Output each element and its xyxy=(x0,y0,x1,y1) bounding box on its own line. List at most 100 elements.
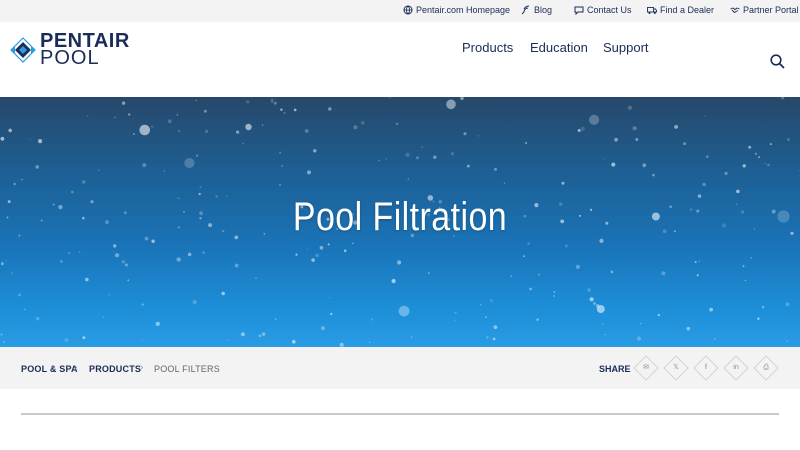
bubble-decoration xyxy=(10,272,13,274)
bubble-decoration xyxy=(771,209,776,214)
bubble-decoration xyxy=(313,149,317,153)
bubble-decoration xyxy=(167,119,172,124)
utility-link-blog[interactable]: Blog xyxy=(521,5,552,15)
bubble-decoration xyxy=(790,231,794,235)
bubble-decoration xyxy=(446,99,456,110)
bubble-decoration xyxy=(785,340,788,343)
bubble-decoration xyxy=(724,171,728,175)
bubble-decoration xyxy=(204,129,209,134)
bubble-decoration xyxy=(315,253,319,258)
bubble-decoration xyxy=(311,258,315,262)
share-email-button[interactable]: ✉ xyxy=(633,355,659,381)
bubble-decoration xyxy=(245,123,252,131)
content-divider xyxy=(21,413,779,415)
bubble-decoration xyxy=(8,128,12,133)
bubble-decoration xyxy=(271,101,273,103)
share-print-button[interactable]: ⎙ xyxy=(753,355,779,381)
bubble-decoration xyxy=(748,145,752,149)
bubble-decoration xyxy=(454,311,457,314)
bubble-decoration xyxy=(18,293,21,297)
breadcrumb-bar: POOL & SPA › PRODUCTS › POOL FILTERS SHA… xyxy=(0,347,800,389)
share-linkedin-button[interactable]: in xyxy=(723,355,749,381)
bubble-decoration xyxy=(132,133,135,136)
bubble-decoration xyxy=(261,332,266,336)
bubble-decoration xyxy=(589,114,600,125)
bubble-decoration xyxy=(709,307,713,312)
bubble-decoration xyxy=(36,316,40,321)
bubble-decoration xyxy=(192,299,197,305)
bubble-decoration xyxy=(0,333,3,336)
bubble-decoration xyxy=(176,114,179,116)
bubble-decoration xyxy=(261,124,264,126)
bubble-decoration xyxy=(674,125,678,129)
bubble-decoration xyxy=(304,129,309,133)
bubble-decoration xyxy=(82,180,86,184)
breadcrumb-pool-spa[interactable]: POOL & SPA xyxy=(21,364,78,374)
bubble-decoration xyxy=(124,263,128,267)
bubble-decoration xyxy=(199,186,202,189)
bubble-decoration xyxy=(234,263,239,268)
bubble-decoration xyxy=(378,159,380,162)
nav-education[interactable]: Education xyxy=(530,40,588,55)
print-icon: ⎙ xyxy=(763,364,769,371)
bubble-decoration xyxy=(536,318,539,321)
bubble-decoration xyxy=(64,338,69,342)
bubble-decoration xyxy=(686,326,691,331)
breadcrumb-products[interactable]: PRODUCTS xyxy=(89,364,141,374)
nav-products[interactable]: Products xyxy=(462,40,513,55)
pentair-pool-logo[interactable]: PENTAIR POOL xyxy=(10,31,140,68)
bubble-decoration xyxy=(177,129,181,133)
bubble-decoration xyxy=(184,157,195,169)
bubble-decoration xyxy=(529,287,532,291)
bubble-decoration xyxy=(428,272,430,274)
bubble-decoration xyxy=(52,203,55,206)
bubble-decoration xyxy=(329,297,331,299)
bubble-decoration xyxy=(319,245,324,250)
bubble-decoration xyxy=(187,252,192,257)
bubble-decoration xyxy=(279,184,281,186)
bubble-decoration xyxy=(141,303,144,306)
globe-icon xyxy=(403,5,413,15)
bubble-decoration xyxy=(195,154,199,157)
bubble-decoration xyxy=(493,325,498,329)
bubble-decoration xyxy=(575,264,581,269)
bubble-decoration xyxy=(454,319,456,322)
utility-link-partner[interactable]: Partner Portal xyxy=(730,5,799,15)
bubble-decoration xyxy=(705,155,709,159)
bubble-decoration xyxy=(614,137,618,142)
bubble-decoration xyxy=(602,157,605,160)
bubble-decoration xyxy=(306,248,309,251)
bubble-decoration xyxy=(108,293,111,296)
bubble-decoration xyxy=(255,277,257,279)
share-facebook-button[interactable]: f xyxy=(693,355,719,381)
bubble-decoration xyxy=(704,115,706,117)
bubble-decoration xyxy=(639,322,642,325)
bubble-decoration xyxy=(433,155,437,159)
truck-icon xyxy=(647,7,657,14)
bubble-decoration xyxy=(698,260,701,263)
bubble-decoration xyxy=(767,163,770,167)
bubble-decoration xyxy=(713,338,716,340)
bubble-decoration xyxy=(388,97,391,99)
bubble-decoration xyxy=(139,124,150,136)
bubble-decoration xyxy=(777,210,790,223)
share-x-button[interactable]: 𝕏 xyxy=(663,355,689,381)
bubble-decoration xyxy=(327,243,330,246)
utility-link-contact[interactable]: Contact Us xyxy=(574,5,632,15)
facebook-icon: f xyxy=(705,364,707,371)
bubble-decoration xyxy=(596,304,600,308)
bubble-decoration xyxy=(142,163,147,168)
nav-support[interactable]: Support xyxy=(603,40,649,55)
utility-link-homepage[interactable]: Pentair.com Homepage xyxy=(403,5,510,15)
bubble-decoration xyxy=(385,158,388,160)
bubble-decoration xyxy=(391,279,396,284)
bubble-decoration xyxy=(151,239,155,243)
bubble-decoration xyxy=(652,173,655,177)
utility-link-dealer[interactable]: Find a Dealer xyxy=(647,5,714,15)
bubble-decoration xyxy=(611,162,616,167)
bubble-decoration xyxy=(694,261,697,264)
search-icon[interactable] xyxy=(770,54,785,69)
bubble-decoration xyxy=(280,108,283,111)
bubble-decoration xyxy=(769,143,772,146)
bubble-decoration xyxy=(293,108,297,112)
